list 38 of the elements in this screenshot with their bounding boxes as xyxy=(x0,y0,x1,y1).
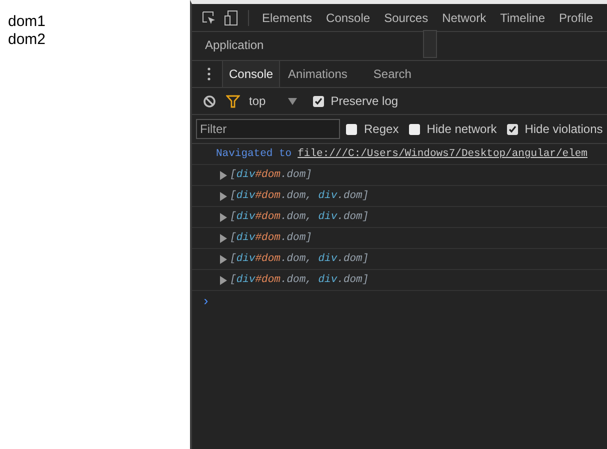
checkbox-label: Preserve log xyxy=(330,94,398,108)
expand-triangle-icon[interactable] xyxy=(220,276,227,284)
dropdown-caret-icon[interactable] xyxy=(288,98,297,104)
checkbox-label: Regex xyxy=(364,122,399,136)
panel-tab[interactable]: Application xyxy=(198,32,271,58)
checkbox[interactable] xyxy=(312,96,324,106)
log-entry: [div#dom.dom, div.dom] xyxy=(230,253,369,265)
filter-field[interactable]: Filter xyxy=(196,119,340,139)
panel-tab[interactable]: Network xyxy=(435,4,494,31)
panel-tab[interactable]: Console xyxy=(319,4,378,31)
checkbox-label: Hide violations xyxy=(524,122,603,136)
checkbox[interactable] xyxy=(346,124,357,134)
navigated-text: Navigated to xyxy=(216,148,292,160)
log-entry: [div#dom.dom, div.dom] xyxy=(230,211,369,223)
panel-tab[interactable]: Profile xyxy=(552,4,600,31)
drawer-tab[interactable]: Console xyxy=(222,61,280,87)
panel-tab[interactable]: Sources xyxy=(377,4,436,31)
drawer-tab[interactable]: Search xyxy=(367,61,418,87)
checkbox-label: Hide network xyxy=(426,122,497,136)
context-select[interactable]: top xyxy=(249,94,266,108)
page-text: dom1 xyxy=(8,13,47,31)
log-entry: [div#dom.dom] xyxy=(230,232,312,244)
expand-triangle-icon[interactable] xyxy=(220,170,227,180)
log-entry: [div#dom.dom] xyxy=(230,169,312,181)
log-entry: [div#dom.dom, div.dom] xyxy=(230,274,369,286)
checkbox[interactable] xyxy=(506,124,518,134)
expand-triangle-icon[interactable] xyxy=(220,192,227,200)
log-entry: [div#dom.dom, div.dom] xyxy=(230,190,369,202)
expand-triangle-icon[interactable] xyxy=(220,254,227,264)
panel-tab[interactable]: Timeline xyxy=(493,4,552,31)
expand-triangle-icon[interactable] xyxy=(220,212,227,222)
expand-triangle-icon[interactable] xyxy=(220,234,227,242)
checkbox[interactable] xyxy=(408,124,420,134)
page-text: dom2 xyxy=(8,31,47,49)
panel-tab[interactable]: Elements xyxy=(255,4,320,31)
prompt-symbol: › xyxy=(202,294,210,309)
file-link[interactable]: file:///C:/Users/Windows7/Desktop/angular/elem xyxy=(298,148,588,160)
drawer-tab[interactable]: Animations xyxy=(282,61,354,87)
